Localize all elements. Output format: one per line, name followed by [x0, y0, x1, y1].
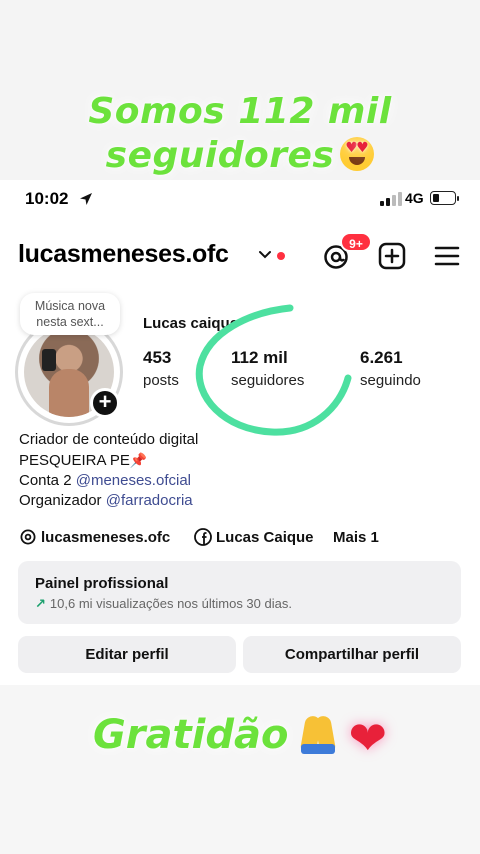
status-bar: 10:02 4G	[0, 188, 480, 212]
highlight-circle-scribble	[195, 304, 352, 436]
folded-hands-emoji-icon	[298, 710, 338, 754]
trend-up-icon: ↗	[35, 596, 46, 611]
red-heart-emoji-icon: ❤	[348, 711, 388, 765]
story-gratitude-text: Gratidão ❤	[92, 710, 388, 765]
more-links[interactable]: Mais 1	[333, 529, 379, 546]
battery-cap	[457, 196, 459, 201]
edit-profile-button[interactable]: Editar perfil	[18, 636, 236, 673]
facebook-icon	[194, 528, 212, 546]
bio-link-meneses[interactable]: @meneses.ofcial	[76, 472, 191, 489]
external-links-row: lucasmeneses.ofc Lucas Caique Mais 1	[19, 527, 479, 549]
share-profile-button[interactable]: Compartilhar perfil	[243, 636, 461, 673]
create-icon[interactable]	[378, 242, 406, 270]
bio-category: Criador de conteúdo digital	[19, 431, 199, 448]
profile-header: lucasmeneses.ofc 9+	[0, 232, 480, 276]
bio-link-farradocria[interactable]: @farradocria	[106, 492, 193, 509]
pushpin-icon: 📌	[129, 452, 148, 468]
add-story-icon[interactable]: +	[90, 388, 120, 418]
bio-line-account2: Conta 2 @meneses.ofcial	[19, 472, 191, 489]
profile-note[interactable]: Música nova nesta sext...	[20, 293, 120, 335]
pro-dashboard-title: Painel profissional	[35, 575, 169, 592]
network-type: 4G	[405, 190, 424, 206]
bio-line-organizer: Organizador @farradocria	[19, 492, 193, 509]
status-time: 10:02	[25, 189, 69, 208]
location-arrow-icon	[80, 193, 92, 205]
threads-link[interactable]: lucasmeneses.ofc	[41, 529, 170, 546]
posts-label: posts	[143, 372, 179, 389]
threads-link-icon	[20, 529, 36, 545]
following-count: 6.261	[360, 348, 403, 367]
bio-location: PESQUEIRA PE📌	[19, 452, 148, 469]
professional-dashboard[interactable]: Painel profissional ↗ 10,6 mi visualizaçõ…	[18, 561, 461, 624]
pro-dashboard-subtitle: ↗ 10,6 mi visualizações nos últimos 30 di…	[35, 596, 292, 611]
notification-badge: 9+	[340, 232, 372, 252]
story-headline: Somos 112 mil seguidores	[0, 90, 480, 178]
following-stat[interactable]: 6.261 seguindo	[360, 348, 421, 389]
username-switcher[interactable]: lucasmeneses.ofc	[18, 240, 229, 269]
posts-stat[interactable]: 453 posts	[143, 348, 179, 389]
account-notification-dot	[277, 252, 285, 260]
profile-screen: 10:02 4G lucasmeneses.ofc 9+ Música nova…	[0, 180, 480, 685]
headline-line-1: Somos 112 mil	[88, 91, 392, 132]
signal-icon	[380, 192, 402, 206]
heart-eyes-emoji-icon	[340, 137, 375, 171]
facebook-link[interactable]: Lucas Caique	[216, 529, 314, 546]
following-label: seguindo	[360, 372, 421, 389]
chevron-down-icon[interactable]	[258, 248, 272, 262]
posts-count: 453	[143, 348, 172, 367]
headline-line-2: seguidores	[0, 134, 480, 178]
battery-icon	[430, 191, 456, 205]
menu-icon[interactable]	[434, 243, 460, 269]
bio: Criador de conteúdo digital PESQUEIRA PE…	[19, 430, 198, 511]
